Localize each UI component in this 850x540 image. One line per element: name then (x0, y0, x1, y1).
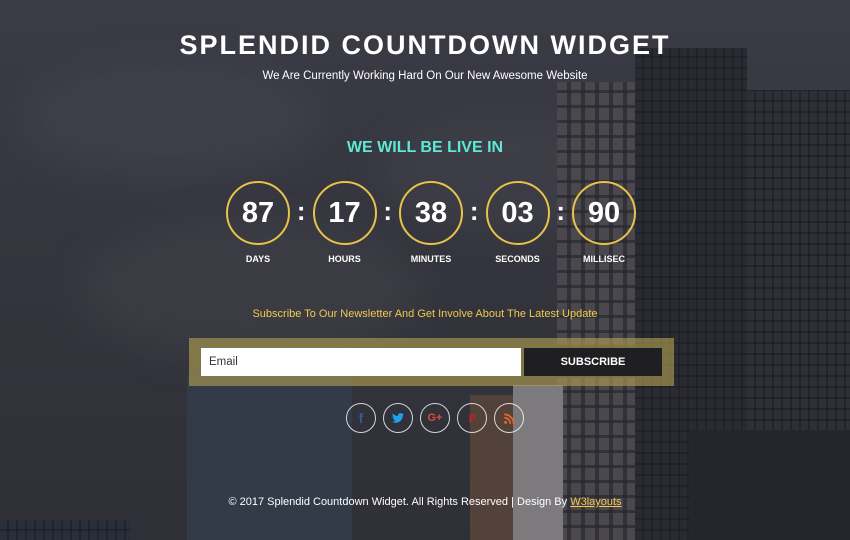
rss-button[interactable] (494, 403, 524, 433)
countdown-hours: 17 HOURS (312, 181, 377, 264)
countdown-hours-label: HOURS (328, 254, 361, 264)
countdown-millisec-value: 90 (572, 181, 636, 245)
countdown-days: 87 DAYS (226, 181, 290, 264)
countdown-millisec: 90 MILLISEC (572, 181, 636, 264)
google-plus-button[interactable]: G+ (420, 403, 450, 433)
newsletter-text: Subscribe To Our Newsletter And Get Invo… (252, 308, 598, 320)
facebook-button[interactable]: f (346, 403, 376, 433)
subscribe-form: SUBSCRIBE (189, 338, 674, 386)
countdown-days-label: DAYS (245, 254, 271, 264)
email-input[interactable] (201, 348, 521, 376)
countdown-seconds-value: 03 (485, 181, 550, 245)
countdown-separator: : (556, 196, 566, 226)
page-title: SPLENDID COUNTDOWN WIDGET (179, 30, 671, 60)
countdown-minutes-label: MINUTES (410, 254, 452, 264)
countdown-millisec-label: MILLISEC (583, 254, 625, 264)
countdown-minutes-value: 38 (399, 181, 463, 245)
countdown-separator: : (469, 196, 479, 226)
twitter-button[interactable] (383, 403, 413, 433)
rss-icon (503, 413, 514, 424)
countdown-seconds: 03 SECONDS (485, 181, 550, 264)
countdown-timer: 87 DAYS : 17 HOURS : 38 MINUTES : 03 SEC… (226, 181, 636, 264)
facebook-icon: f (358, 410, 364, 426)
pinterest-button[interactable]: P (457, 403, 487, 433)
google-plus-icon: G+ (427, 412, 443, 424)
footer: © 2017 Splendid Countdown Widget. All Ri… (0, 496, 850, 508)
countdown-separator: : (296, 196, 306, 226)
footer-copyright: © 2017 Splendid Countdown Widget. All Ri… (228, 496, 568, 508)
social-links: f G+ P (346, 403, 531, 433)
countdown-heading: WE WILL BE LIVE IN (346, 139, 504, 156)
countdown-minutes: 38 MINUTES (399, 181, 463, 264)
footer-designer-link[interactable]: W3layouts (570, 496, 621, 508)
twitter-icon (392, 413, 404, 423)
subscribe-button[interactable]: SUBSCRIBE (524, 348, 662, 376)
countdown-separator: : (383, 196, 393, 226)
page-subtitle: We Are Currently Working Hard On Our New… (262, 70, 588, 82)
pinterest-icon: P (468, 410, 476, 425)
countdown-seconds-label: SECONDS (495, 254, 540, 264)
page: SPLENDID COUNTDOWN WIDGET We Are Current… (0, 0, 850, 540)
main-content: SPLENDID COUNTDOWN WIDGET We Are Current… (0, 0, 850, 540)
countdown-hours-value: 17 (312, 181, 377, 245)
countdown-days-value: 87 (226, 181, 290, 245)
